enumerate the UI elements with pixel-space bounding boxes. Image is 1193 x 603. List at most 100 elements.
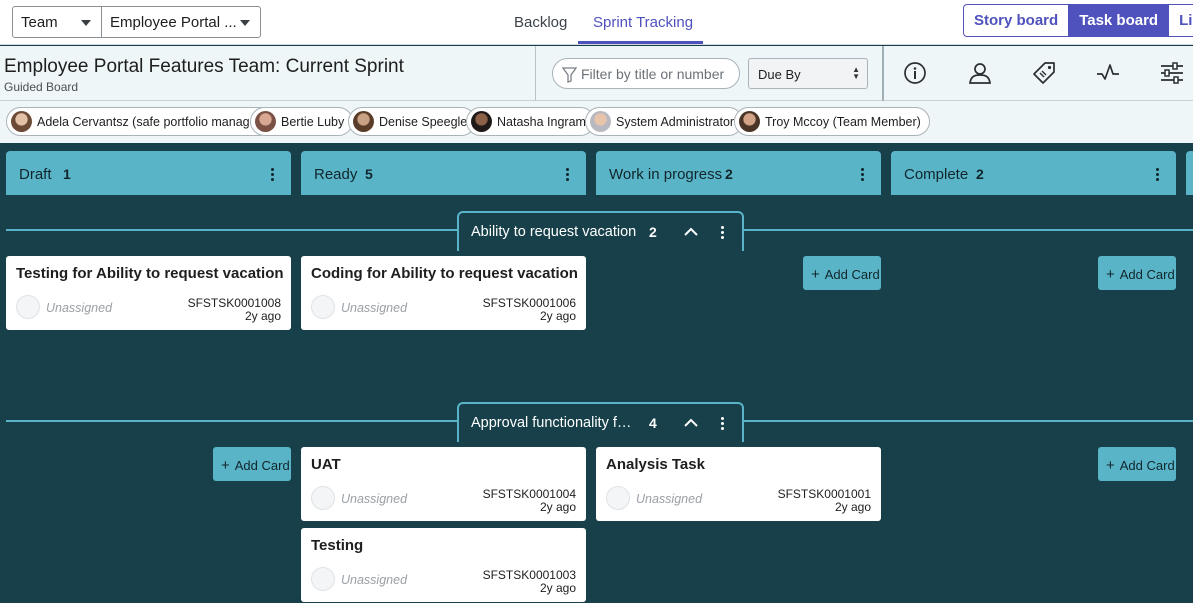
task-card[interactable]: Coding for Ability to request vacation U… (301, 256, 586, 330)
list-view-button[interactable]: List (1168, 5, 1193, 36)
card-age: 2y ago (539, 500, 576, 514)
add-card-button[interactable]: + Add Card (1098, 256, 1176, 290)
active-tab-indicator (578, 41, 703, 44)
column-name: Work in progress (609, 166, 723, 183)
page-title: Employee Portal Features Team: Current S… (4, 56, 404, 77)
top-navigation: Team Employee Portal ... Backlog Sprint … (0, 0, 1193, 45)
unassigned-avatar (606, 486, 630, 510)
member-name: Denise Speegle (379, 115, 468, 129)
add-card-button[interactable]: + Add Card (1098, 447, 1176, 481)
sort-arrows-icon: ▲ ▼ (852, 65, 860, 81)
chevron-up-icon[interactable] (684, 227, 698, 236)
add-card-label: Add Card (1119, 267, 1175, 282)
avatar (471, 111, 492, 132)
task-card[interactable]: UAT Unassigned SFSTSK0001004 2y ago (301, 447, 586, 521)
column-header-work-in-progress: Work in progress 2 (596, 151, 881, 195)
column-name: Ready (314, 166, 358, 183)
chevron-up-icon[interactable] (684, 418, 698, 427)
more-options-icon[interactable] (721, 417, 724, 432)
member-name: Natasha Ingram (497, 115, 586, 129)
task-card[interactable]: Analysis Task Unassigned SFSTSK0001001 2… (596, 447, 881, 521)
member-chip[interactable]: Natasha Ingram (466, 107, 595, 136)
view-toggle: Story board Task board List (963, 4, 1193, 37)
plus-icon: + (221, 457, 230, 474)
column-name: Draft (19, 166, 52, 183)
info-icon[interactable] (902, 60, 928, 86)
board-header: Employee Portal Features Team: Current S… (0, 46, 1193, 101)
member-chip[interactable]: Bertie Luby (250, 107, 354, 136)
avatar (739, 111, 760, 132)
tag-icon[interactable] (1031, 60, 1057, 86)
board-select[interactable]: Employee Portal ... (101, 6, 261, 38)
avatar (590, 111, 611, 132)
chevron-down-icon (81, 20, 91, 26)
swimlane-name: Ability to request vacation (471, 224, 637, 240)
more-options-icon[interactable] (861, 168, 864, 183)
sort-select[interactable]: Due By ▲ ▼ (748, 58, 868, 89)
column-name: Complete (904, 166, 969, 183)
settings-sliders-icon[interactable] (1159, 60, 1185, 86)
card-age: 2y ago (539, 309, 576, 323)
tab-sprint-tracking[interactable]: Sprint Tracking (593, 14, 693, 31)
swimlane-header: Ability to request vacation 2 (457, 211, 744, 251)
card-assignee: Unassigned (341, 492, 408, 506)
chevron-down-icon (240, 20, 250, 26)
plus-icon: + (811, 266, 820, 283)
member-name: System Administrator (616, 115, 735, 129)
swimlane-count: 2 (649, 224, 657, 240)
card-title: Analysis Task (606, 456, 705, 473)
plus-icon: + (1106, 266, 1115, 283)
card-assignee: Unassigned (46, 301, 113, 315)
team-select-value: Team (21, 14, 58, 31)
add-card-label: Add Card (1119, 458, 1175, 473)
column-header-ready: Ready 5 (301, 151, 586, 195)
member-chip[interactable]: System Administrator (585, 107, 744, 136)
card-title: Testing for Ability to request vacation (16, 265, 284, 282)
sort-value: Due By (758, 67, 801, 82)
more-options-icon[interactable] (721, 226, 724, 241)
add-card-button[interactable]: + Add Card (803, 256, 881, 290)
unassigned-avatar (16, 295, 40, 319)
task-card[interactable]: Testing for Ability to request vacation … (6, 256, 291, 330)
card-assignee: Unassigned (636, 492, 703, 506)
avatar (353, 111, 374, 132)
card-number: SFSTSK0001004 (482, 487, 576, 501)
funnel-icon (562, 67, 577, 83)
swimlane-name: Approval functionality f… (471, 415, 632, 431)
card-number: SFSTSK0001008 (187, 296, 281, 310)
divider (535, 46, 536, 101)
filter-input[interactable]: Filter by title or number (552, 58, 740, 89)
card-title: UAT (311, 456, 341, 473)
activity-icon[interactable] (1095, 60, 1121, 86)
story-board-button[interactable]: Story board (964, 5, 1068, 36)
task-board-button[interactable]: Task board (1068, 5, 1169, 36)
unassigned-avatar (311, 295, 335, 319)
card-age: 2y ago (539, 581, 576, 595)
unassigned-avatar (311, 567, 335, 591)
task-card[interactable]: Testing Unassigned SFSTSK0001003 2y ago (301, 528, 586, 602)
member-name: Adela Cervantsz (safe portfolio manager) (37, 115, 265, 129)
card-age: 2y ago (244, 309, 281, 323)
card-title: Coding for Ability to request vacation (311, 265, 578, 282)
avatar (11, 111, 32, 132)
add-card-button[interactable]: + Add Card (213, 447, 291, 481)
swimlane-count: 4 (649, 415, 657, 431)
card-number: SFSTSK0001003 (482, 568, 576, 582)
swimlane-header: Approval functionality f… 4 (457, 402, 744, 442)
card-number: SFSTSK0001001 (777, 487, 871, 501)
unassigned-avatar (311, 486, 335, 510)
add-card-label: Add Card (234, 458, 290, 473)
more-options-icon[interactable] (1156, 168, 1159, 183)
more-options-icon[interactable] (566, 168, 569, 183)
tab-backlog[interactable]: Backlog (514, 14, 567, 31)
more-options-icon[interactable] (271, 168, 274, 183)
team-select[interactable]: Team (12, 6, 102, 38)
avatar (255, 111, 276, 132)
member-chip[interactable]: Denise Speegle (348, 107, 477, 136)
member-chip[interactable]: Adela Cervantsz (safe portfolio manager) (6, 107, 274, 136)
column-header-draft: Draft 1 (6, 151, 291, 195)
member-name: Bertie Luby (281, 115, 345, 129)
user-icon[interactable] (967, 60, 993, 86)
page-subtitle: Guided Board (4, 80, 79, 94)
member-chip[interactable]: Troy Mccoy (Team Member) (734, 107, 930, 136)
